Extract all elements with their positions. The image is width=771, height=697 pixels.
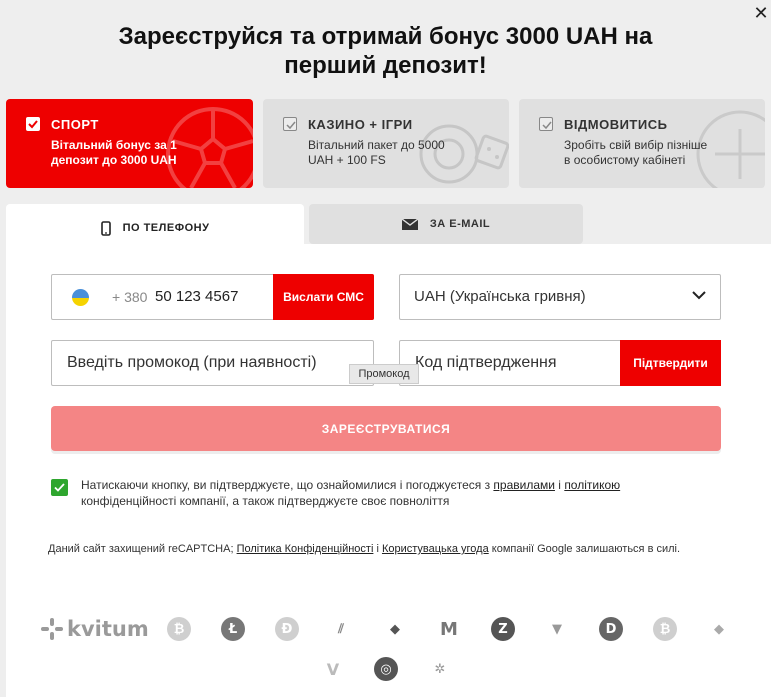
ethereum-icon: ◆ xyxy=(390,621,400,637)
litecoin-icon: Ł xyxy=(221,617,245,641)
captcha-text-part: Даний сайт захищений reCAPTCHA; xyxy=(48,543,237,555)
zcash-icon: Z xyxy=(491,617,515,641)
bonus-checkbox-checked[interactable] xyxy=(26,117,40,131)
recaptcha-notice: Даний сайт захищений reCAPTCHA; Політика… xyxy=(48,541,728,557)
privacy-policy-link[interactable]: політикою xyxy=(564,478,620,492)
promo-tooltip: Промокод xyxy=(349,364,419,384)
tab-label: ПО ТЕЛЕФОНУ xyxy=(122,222,210,234)
confirmation-code-placeholder: Код підтвердження xyxy=(415,354,557,371)
rules-link[interactable]: правилами xyxy=(493,478,555,492)
qtum-icon: ◎ xyxy=(374,657,398,681)
tab-phone[interactable]: ПО ТЕЛЕФОНУ xyxy=(6,204,304,252)
check-icon xyxy=(286,121,296,130)
page-title: Зареєструйся та отримай бонус 3000 UAH н… xyxy=(0,22,771,80)
chevron-down-icon xyxy=(692,291,706,300)
dogecoin-icon: Ð xyxy=(275,617,299,641)
agree-checkbox[interactable] xyxy=(51,479,68,496)
check-icon xyxy=(28,120,38,129)
dash-icon: ⫽ xyxy=(338,621,344,637)
bonus-option-sport[interactable]: СПОРТ Вітальний бонус за 1 депозит до 30… xyxy=(6,99,253,188)
currency-value: UAH (Українська гривня) xyxy=(414,288,586,305)
title-line-2: перший депозит! xyxy=(284,52,487,79)
google-privacy-link[interactable]: Політика Конфіденційності xyxy=(237,543,374,555)
bonus-description: Вітальний бонус за 1 депозит до 3000 UAH xyxy=(51,138,177,167)
cardano-icon: ✲ xyxy=(434,661,446,677)
captcha-text-part: і xyxy=(373,543,382,555)
close-icon[interactable]: ✕ xyxy=(751,4,771,24)
envelope-icon xyxy=(401,218,418,230)
bonus-option-casino[interactable]: КАЗИНО + ІГРИ Вітальний пакет до 5000 UA… xyxy=(263,99,509,188)
google-terms-link[interactable]: Користувацька угода xyxy=(382,543,489,555)
agree-text-part: конфіденційності компанії, а також підтв… xyxy=(81,494,450,508)
bonus-description: Вітальний пакет до 5000 UAH + 100 FS xyxy=(308,138,445,167)
bitcoin-icon: ₿ xyxy=(167,617,191,641)
phone-prefix: + 380 xyxy=(112,289,148,305)
promo-code-input[interactable]: Введіть промокод (при наявності) xyxy=(51,340,374,386)
currency-select[interactable]: UAH (Українська гривня) xyxy=(399,274,721,320)
check-icon xyxy=(542,121,552,130)
tab-email[interactable]: ЗА E-MAIL xyxy=(309,204,583,244)
register-button[interactable]: ЗАРЕЄСТРУВАТИСЯ xyxy=(51,406,721,451)
bonus-checkbox-unchecked[interactable] xyxy=(283,117,297,131)
send-sms-button[interactable]: Вислати СМС xyxy=(273,274,374,320)
bonus-title: КАЗИНО + ІГРИ xyxy=(308,117,413,132)
kvitum-logo-icon xyxy=(41,618,63,640)
bonus-description: Зробіть свій вибір пізніше в особистому … xyxy=(564,138,708,167)
captcha-text-part: компанії Google залишаються в силі. xyxy=(488,543,681,555)
confirm-button[interactable]: Підтвердити xyxy=(620,340,721,386)
agree-text-part: і xyxy=(554,478,565,492)
bonus-checkbox-unchecked[interactable] xyxy=(539,117,553,131)
agree-text-part: Натискаючи кнопку, ви підтверджуєте, що … xyxy=(81,478,494,492)
bonus-title: ВІДМОВИТИСЬ xyxy=(564,117,668,132)
brand-name: kvitum xyxy=(67,617,149,641)
monero-icon: M xyxy=(440,618,458,640)
tab-label: ЗА E-MAIL xyxy=(429,218,491,230)
agree-text: Натискаючи кнопку, ви підтверджуєте, що … xyxy=(81,477,711,509)
ukraine-flag-icon[interactable] xyxy=(72,289,89,306)
bonus-title: СПОРТ xyxy=(51,117,99,132)
verge-icon: V xyxy=(326,659,340,679)
bonus-option-refuse[interactable]: ВІДМОВИТИСЬ Зробіть свій вибір пізніше в… xyxy=(519,99,765,188)
title-line-1: Зареєструйся та отримай бонус 3000 UAH н… xyxy=(118,23,653,50)
phone-field[interactable]: + 380 50 123 4567 Вислати СМС xyxy=(51,274,374,320)
check-icon xyxy=(54,483,65,492)
digibyte-icon: D xyxy=(599,617,623,641)
shield-coin-icon: ▼ xyxy=(552,621,562,637)
ethereum-classic-icon: ◆ xyxy=(714,621,724,637)
promo-code-placeholder: Введіть промокод (при наявності) xyxy=(67,354,317,371)
bitcoin-cash-icon: ₿ xyxy=(653,617,677,641)
phone-icon xyxy=(100,220,111,236)
confirmation-code-input[interactable]: Код підтвердження Підтвердити xyxy=(399,340,721,386)
kvitum-logo: kvitum xyxy=(41,617,149,641)
phone-input[interactable]: 50 123 4567 xyxy=(155,288,238,305)
